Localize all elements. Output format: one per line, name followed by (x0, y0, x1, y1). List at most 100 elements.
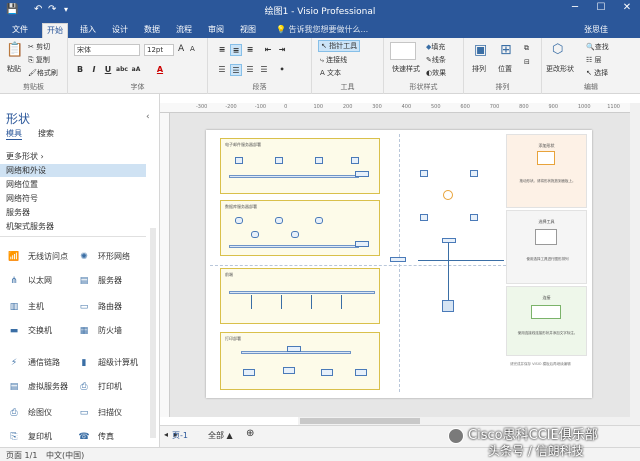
justify-icon[interactable]: ☰ (258, 64, 270, 76)
drawing-canvas[interactable]: 电子邮件服务器部署 数据库服务器部署 前端 打印部署 添加形状 拖动形状。请将形… (170, 113, 630, 417)
decrease-indent-icon[interactable]: ⇤ (262, 44, 274, 56)
copier-icon[interactable] (321, 369, 333, 376)
ethernet-bus[interactable] (229, 245, 359, 248)
zone-database[interactable]: 数据库服务器部署 (220, 200, 380, 256)
grow-font-icon[interactable]: A (178, 44, 184, 54)
shapes-scrollbar[interactable] (150, 228, 156, 438)
tab-review[interactable]: 审阅 (204, 23, 228, 38)
fax-icon[interactable] (355, 369, 367, 376)
stencil-network-locations[interactable]: 网络位置 (0, 178, 146, 191)
align-bottom-icon[interactable]: ≡ (244, 44, 256, 56)
ethernet-bus[interactable] (229, 175, 359, 178)
user-name[interactable]: 张思佳 (584, 24, 608, 35)
printer-icon[interactable] (243, 369, 255, 376)
font-size-select[interactable]: 12pt (144, 44, 174, 56)
pc-icon[interactable] (420, 170, 428, 177)
italic-icon[interactable]: I (88, 64, 100, 76)
underline-icon[interactable]: U (102, 64, 114, 76)
connector-button[interactable]: ⤷ 连接线 (320, 55, 347, 65)
font-case-icon[interactable]: aA (130, 64, 142, 76)
collapse-pane-icon[interactable]: ‹ (146, 112, 150, 122)
drawing-page[interactable]: 电子邮件服务器部署 数据库服务器部署 前端 打印部署 添加形状 拖动形状。请将形… (206, 130, 592, 398)
pc-icon[interactable] (420, 214, 428, 221)
tab-design[interactable]: 设计 (108, 23, 132, 38)
pc-icon[interactable] (470, 170, 478, 177)
align-top-icon[interactable]: ≡ (216, 44, 228, 56)
align-middle-icon[interactable]: ≡ (230, 44, 242, 56)
minimize-icon[interactable]: ─ (566, 2, 584, 13)
group-icon[interactable]: ⧉ (524, 44, 529, 53)
firewall-icon[interactable] (442, 300, 454, 312)
database-icon[interactable] (251, 231, 259, 238)
shrink-font-icon[interactable]: A (190, 45, 195, 53)
tab-file[interactable]: 文件 (8, 23, 32, 38)
zone-email[interactable]: 电子邮件服务器部署 (220, 138, 380, 194)
plotter-icon[interactable] (283, 367, 295, 374)
change-shape-icon[interactable]: ⬡ (552, 42, 563, 57)
align-shapes-icon[interactable]: ⊟ (524, 58, 530, 66)
position-button[interactable]: 位置 (498, 64, 512, 74)
vertical-scrollbar[interactable] (630, 103, 640, 425)
fill-button[interactable]: ◆填充 (426, 42, 445, 52)
quick-styles-icon[interactable] (390, 42, 416, 60)
page-count[interactable]: 页面 1/1 (6, 450, 37, 461)
tab-home[interactable]: 开始 (42, 23, 68, 38)
line-button[interactable]: ✎线条 (426, 55, 446, 65)
change-shape-button[interactable]: 更改形状 (546, 64, 574, 74)
mail-server-icon[interactable] (275, 157, 283, 164)
bullets-icon[interactable]: • (276, 64, 288, 76)
stencil-network-peripherals[interactable]: 网络和外设 (0, 164, 146, 177)
database-icon[interactable] (291, 231, 299, 238)
close-icon[interactable]: ✕ (618, 2, 636, 13)
mail-server-icon[interactable] (235, 157, 243, 164)
tab-search[interactable]: 搜索 (38, 128, 54, 139)
find-button[interactable]: 🔍查找 (586, 42, 609, 52)
mail-server-icon[interactable] (315, 157, 323, 164)
font-color-icon[interactable]: A (154, 64, 166, 76)
copy-button[interactable]: ⎘ 复制 (28, 55, 50, 65)
language-indicator[interactable]: 中文(中国) (46, 450, 84, 461)
database-icon[interactable] (235, 217, 243, 224)
pc-icon[interactable] (470, 214, 478, 221)
mail-server-icon[interactable] (351, 157, 359, 164)
increase-indent-icon[interactable]: ⇥ (276, 44, 288, 56)
align-right-icon[interactable]: ☰ (244, 64, 256, 76)
horizontal-scroll-thumb[interactable] (300, 418, 420, 424)
zone-printing[interactable]: 打印部署 (220, 332, 380, 390)
tab-insert[interactable]: 插入 (76, 23, 100, 38)
zone-frontend[interactable]: 前端 (220, 268, 380, 324)
switch-icon[interactable] (355, 241, 369, 247)
effects-button[interactable]: ◐效果 (426, 68, 446, 78)
tab-stencils[interactable]: 模具 (6, 128, 22, 140)
switch-icon[interactable] (287, 346, 301, 352)
database-icon[interactable] (315, 217, 323, 224)
page-nav-prev-icon[interactable]: ◂ (164, 430, 168, 439)
tell-me-input[interactable]: 💡 告诉我您想要做什么... (276, 24, 368, 35)
stencil-network-symbols[interactable]: 网络符号 (0, 192, 146, 205)
stencil-rack-servers[interactable]: 机架式服务器 (0, 220, 146, 233)
text-tool-button[interactable]: A 文本 (320, 68, 341, 78)
pointer-tool-button[interactable]: ↖ 指针工具 (318, 40, 361, 52)
paste-button[interactable]: 粘贴 (7, 64, 21, 74)
maximize-icon[interactable]: ☐ (592, 2, 610, 13)
page-1-tab[interactable]: 页-1 (172, 430, 188, 441)
font-family-select[interactable]: 宋体 (74, 44, 140, 56)
arrange-icon[interactable]: ▣ (474, 42, 487, 58)
stencil-more-shapes[interactable]: 更多形状 › (0, 150, 146, 163)
stencil-servers[interactable]: 服务器 (0, 206, 146, 219)
tab-process[interactable]: 流程 (172, 23, 196, 38)
bold-icon[interactable]: B (74, 64, 86, 76)
router-icon[interactable] (390, 257, 406, 262)
tab-view[interactable]: 视图 (236, 23, 260, 38)
ethernet-bus[interactable] (229, 291, 375, 294)
arrange-button[interactable]: 排列 (472, 64, 486, 74)
position-icon[interactable]: ⊞ (500, 42, 512, 58)
switch-icon[interactable] (355, 171, 369, 177)
align-left-icon[interactable]: ☰ (216, 64, 228, 76)
layer-button[interactable]: ☷ 层 (586, 55, 602, 65)
database-icon[interactable] (275, 217, 283, 224)
cut-button[interactable]: ✂ 剪切 (28, 42, 50, 52)
select-button[interactable]: ↖ 选择 (586, 68, 608, 78)
align-center-icon[interactable]: ☰ (230, 64, 242, 76)
format-painter-button[interactable]: 🖌格式刷 (28, 68, 58, 78)
